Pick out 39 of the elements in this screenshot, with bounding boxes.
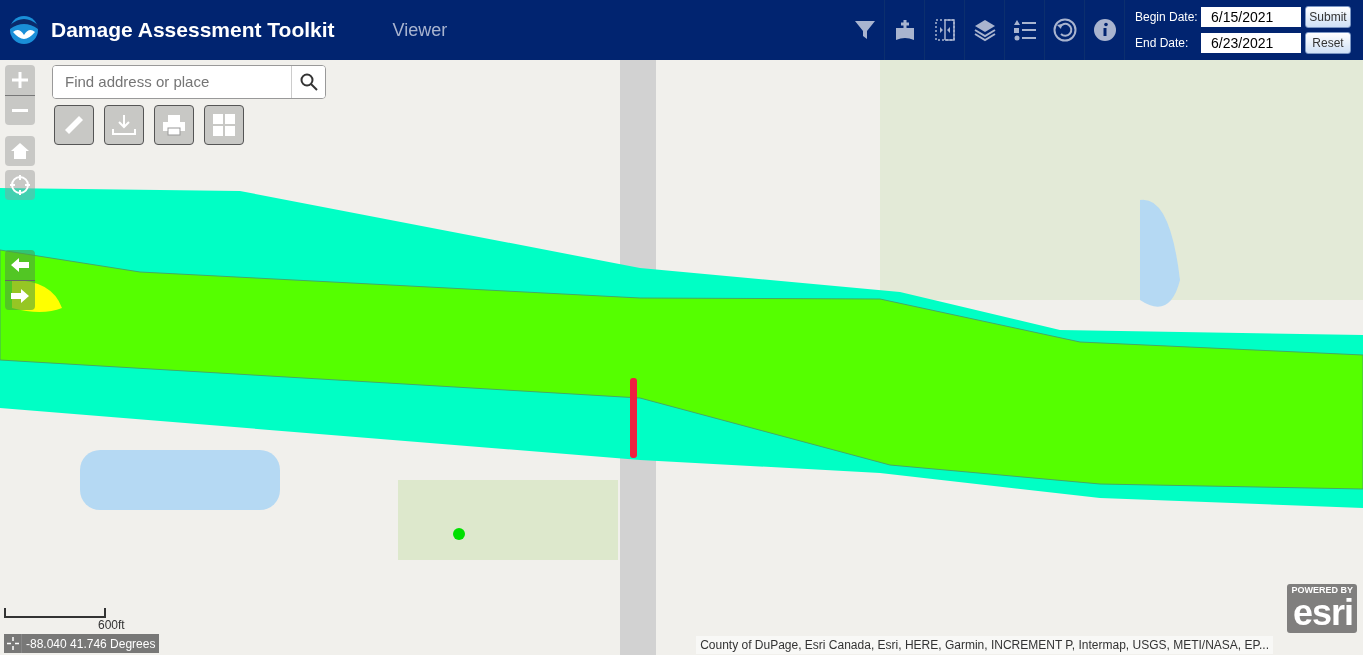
history-icon xyxy=(1052,18,1077,42)
download-icon xyxy=(111,113,137,137)
swipe-icon xyxy=(932,18,957,42)
date-label: Begin Date: xyxy=(1135,9,1199,26)
logo-caption: POWERED BY xyxy=(1291,586,1353,595)
zoom-out-button[interactable] xyxy=(5,95,35,125)
date-action-button[interactable]: Reset xyxy=(1305,32,1351,54)
printer-icon xyxy=(161,113,187,137)
legend-icon xyxy=(1012,18,1037,42)
info-icon xyxy=(1092,18,1117,42)
locate-icon xyxy=(10,175,30,195)
date-label: End Date: xyxy=(1135,35,1190,52)
crosshair-icon xyxy=(4,634,22,653)
filter-icon xyxy=(852,18,877,42)
minus-icon xyxy=(11,109,29,112)
print-button[interactable] xyxy=(154,105,194,145)
esri-logo: esri xyxy=(1291,595,1353,631)
grid-icon xyxy=(212,113,236,137)
app-subtitle: Viewer xyxy=(392,18,448,42)
noaa-logo xyxy=(9,15,39,45)
attribution-text: County of DuPage, Esri Canada, Esri, HERE, Garmin, INCREMENT P, Intermap, USGS, METI/NASA, EP... xyxy=(696,636,1273,654)
measure-button[interactable] xyxy=(54,105,94,145)
search-field[interactable]: Find address or place xyxy=(52,65,326,99)
date-field[interactable]: 6/23/2021 xyxy=(1201,33,1301,53)
coordinates-readout: -88.040 41.746 Degrees xyxy=(25,635,157,653)
basemap-button[interactable] xyxy=(204,105,244,145)
date-action-button[interactable]: Submit xyxy=(1305,6,1351,28)
date-field[interactable]: 6/15/2021 xyxy=(1201,7,1301,27)
search-button[interactable] xyxy=(291,66,325,98)
scale-label: 600ft xyxy=(98,617,125,634)
map[interactable]: Find address or place 600ft -88.040 41.746 Degrees County of DuPage, Esri Canada, Esri, HERE, Garmin, INCREMENT P, Intermap, USGS, METI/NASA, EP... POWERED BY esri xyxy=(0,60,1363,655)
plus-icon xyxy=(11,71,29,89)
search-icon xyxy=(299,73,318,91)
left-arrow-icon xyxy=(10,257,30,273)
right-arrow-icon xyxy=(10,287,30,304)
app-title: Damage Assessment Toolkit xyxy=(51,17,335,44)
download-button[interactable] xyxy=(104,105,144,145)
layers-icon xyxy=(972,18,997,42)
home-icon xyxy=(10,142,30,160)
